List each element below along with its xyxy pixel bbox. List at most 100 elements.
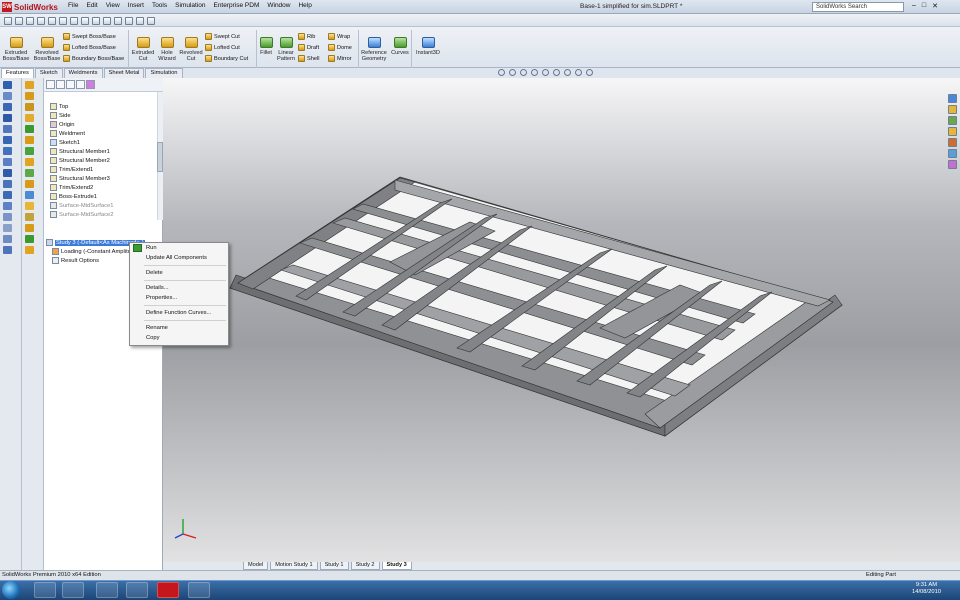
tree-item-structural-member3[interactable]: Structural Member3 bbox=[50, 174, 157, 183]
file-explorer-icon[interactable] bbox=[948, 116, 957, 125]
dome-button[interactable]: Dome bbox=[328, 42, 358, 53]
instant3d-button[interactable]: Instant3D bbox=[414, 37, 442, 56]
search-results-icon[interactable] bbox=[948, 127, 957, 136]
boss-icon[interactable] bbox=[25, 81, 34, 89]
menu-window[interactable]: Window bbox=[267, 2, 290, 9]
lofted-boss-button[interactable]: Lofted Boss/Base bbox=[63, 42, 129, 53]
mirror-button[interactable]: Mirror bbox=[328, 53, 358, 64]
new-icon[interactable] bbox=[4, 17, 12, 25]
tab-motion-study-1[interactable]: Motion Study 1 bbox=[270, 562, 318, 570]
revolve-icon[interactable] bbox=[25, 103, 34, 111]
previous-view-icon[interactable] bbox=[520, 69, 527, 76]
menu-help[interactable]: Help bbox=[298, 2, 311, 9]
revolved-cut-button[interactable]: Revolved Cut bbox=[179, 37, 203, 62]
print-icon[interactable] bbox=[37, 17, 45, 25]
boundary-boss-button[interactable]: Boundary Boss/Base bbox=[63, 53, 129, 64]
shell-button[interactable]: Shell bbox=[298, 53, 328, 64]
boundary-cut-button[interactable]: Boundary Cut bbox=[205, 53, 257, 64]
menu-insert[interactable]: Insert bbox=[128, 2, 144, 9]
scene-icon[interactable] bbox=[586, 69, 593, 76]
lofted-cut-button[interactable]: Lofted Cut bbox=[205, 42, 257, 53]
undo-icon[interactable] bbox=[48, 17, 56, 25]
maximize-icon[interactable]: □ bbox=[922, 2, 926, 10]
tab-study-1[interactable]: Study 1 bbox=[319, 562, 349, 570]
tree-item-trim-extend1[interactable]: Trim/Extend1 bbox=[50, 165, 157, 174]
close-icon[interactable]: ✕ bbox=[932, 2, 938, 10]
linear-pattern-button[interactable]: Linear Pattern bbox=[275, 37, 297, 62]
trim-icon[interactable] bbox=[3, 202, 12, 210]
circle-icon[interactable] bbox=[3, 103, 12, 111]
menu-item-rename[interactable]: Rename bbox=[130, 323, 228, 333]
menu-edit[interactable]: Edit bbox=[86, 2, 97, 9]
app-taskbar-icon[interactable] bbox=[126, 582, 148, 598]
section-view-icon[interactable] bbox=[136, 17, 144, 25]
pattern-feature-icon[interactable] bbox=[25, 147, 34, 155]
hole-wizard-button[interactable]: Hole Wizard bbox=[157, 37, 177, 62]
menu-item-define-function-curves[interactable]: Define Function Curves... bbox=[130, 308, 228, 318]
rectangle-icon[interactable] bbox=[3, 92, 12, 100]
zoom-fit-icon[interactable] bbox=[114, 17, 122, 25]
display-manager-tab-icon[interactable] bbox=[86, 80, 95, 89]
tree-item-trim-extend2[interactable]: Trim/Extend2 bbox=[50, 183, 157, 192]
tab-sketch[interactable]: Sketch bbox=[34, 68, 63, 78]
menu-view[interactable]: View bbox=[106, 2, 120, 9]
weldment-icon[interactable] bbox=[25, 202, 34, 210]
folder-taskbar-icon[interactable] bbox=[96, 582, 118, 598]
internet-explorer-taskbar-icon[interactable] bbox=[62, 582, 84, 598]
curves-button[interactable]: Curves bbox=[390, 37, 410, 56]
appearances-icon[interactable] bbox=[948, 149, 957, 158]
dimxpert-tab-icon[interactable] bbox=[76, 80, 85, 89]
tab-model[interactable]: Model bbox=[243, 562, 269, 570]
graphics-area[interactable] bbox=[163, 78, 960, 562]
tree-item-surface-midsurface1[interactable]: Surface-MidSurface1 bbox=[50, 201, 157, 210]
chamfer-icon[interactable] bbox=[25, 136, 34, 144]
view-orientation-icon[interactable] bbox=[542, 69, 549, 76]
menu-item-properties[interactable]: Properties... bbox=[130, 293, 228, 303]
fillet-sketch-icon[interactable] bbox=[3, 158, 12, 166]
relation-icon[interactable] bbox=[3, 246, 12, 254]
shell-feature-icon[interactable] bbox=[25, 158, 34, 166]
draft-button[interactable]: Draft bbox=[298, 42, 328, 53]
rebuild-icon[interactable] bbox=[70, 17, 78, 25]
tree-item-boss-extrude1[interactable]: Boss-Extrude1 bbox=[50, 192, 157, 201]
centerline-icon[interactable] bbox=[3, 180, 12, 188]
menu-tools[interactable]: Tools bbox=[152, 2, 167, 9]
tab-features[interactable]: Features bbox=[1, 68, 34, 78]
cut-icon[interactable] bbox=[25, 92, 34, 100]
configuration-tab-icon[interactable] bbox=[66, 80, 75, 89]
save-icon[interactable] bbox=[26, 17, 34, 25]
sketch-icon[interactable] bbox=[92, 17, 100, 25]
line-icon[interactable] bbox=[3, 81, 12, 89]
mirror-feature-icon[interactable] bbox=[25, 169, 34, 177]
open-icon[interactable] bbox=[15, 17, 23, 25]
smart-dimension-icon[interactable] bbox=[103, 17, 111, 25]
resources-icon[interactable] bbox=[948, 94, 957, 103]
tab-simulation[interactable]: Simulation bbox=[145, 68, 183, 78]
rib-button[interactable]: Rib bbox=[298, 31, 328, 42]
offset-icon[interactable] bbox=[3, 224, 12, 232]
fillet-button[interactable]: Fillet bbox=[258, 37, 274, 56]
point-icon[interactable] bbox=[3, 169, 12, 177]
structural-member-icon[interactable] bbox=[25, 213, 34, 221]
menu-item-copy[interactable]: Copy bbox=[130, 333, 228, 343]
tree-item-side[interactable]: Side bbox=[50, 111, 157, 120]
extruded-cut-button[interactable]: Extruded Cut bbox=[131, 37, 155, 62]
revolved-boss-button[interactable]: Revolved Boss/Base bbox=[34, 37, 60, 62]
design-library-icon[interactable] bbox=[948, 105, 957, 114]
custom-properties-icon[interactable] bbox=[948, 160, 957, 169]
mirror-entities-icon[interactable] bbox=[3, 213, 12, 221]
search-input[interactable]: SolidWorks Search bbox=[812, 2, 904, 12]
plane-icon[interactable] bbox=[25, 191, 34, 199]
display-style-icon[interactable] bbox=[553, 69, 560, 76]
property-manager-tab-icon[interactable] bbox=[56, 80, 65, 89]
draft-feature-icon[interactable] bbox=[25, 180, 34, 188]
fillet-feature-icon[interactable] bbox=[25, 125, 34, 133]
tab-weldments[interactable]: Weldments bbox=[63, 68, 103, 78]
menu-item-update-all-components[interactable]: Update All Components bbox=[130, 253, 228, 263]
tab-sheet-metal[interactable]: Sheet Metal bbox=[103, 68, 145, 78]
arc-icon[interactable] bbox=[3, 114, 12, 122]
document-taskbar-icon[interactable] bbox=[188, 582, 210, 598]
start-button-icon[interactable] bbox=[2, 581, 20, 599]
minimize-icon[interactable]: – bbox=[912, 2, 916, 10]
reference-geometry-button[interactable]: Reference Geometry bbox=[360, 37, 388, 62]
